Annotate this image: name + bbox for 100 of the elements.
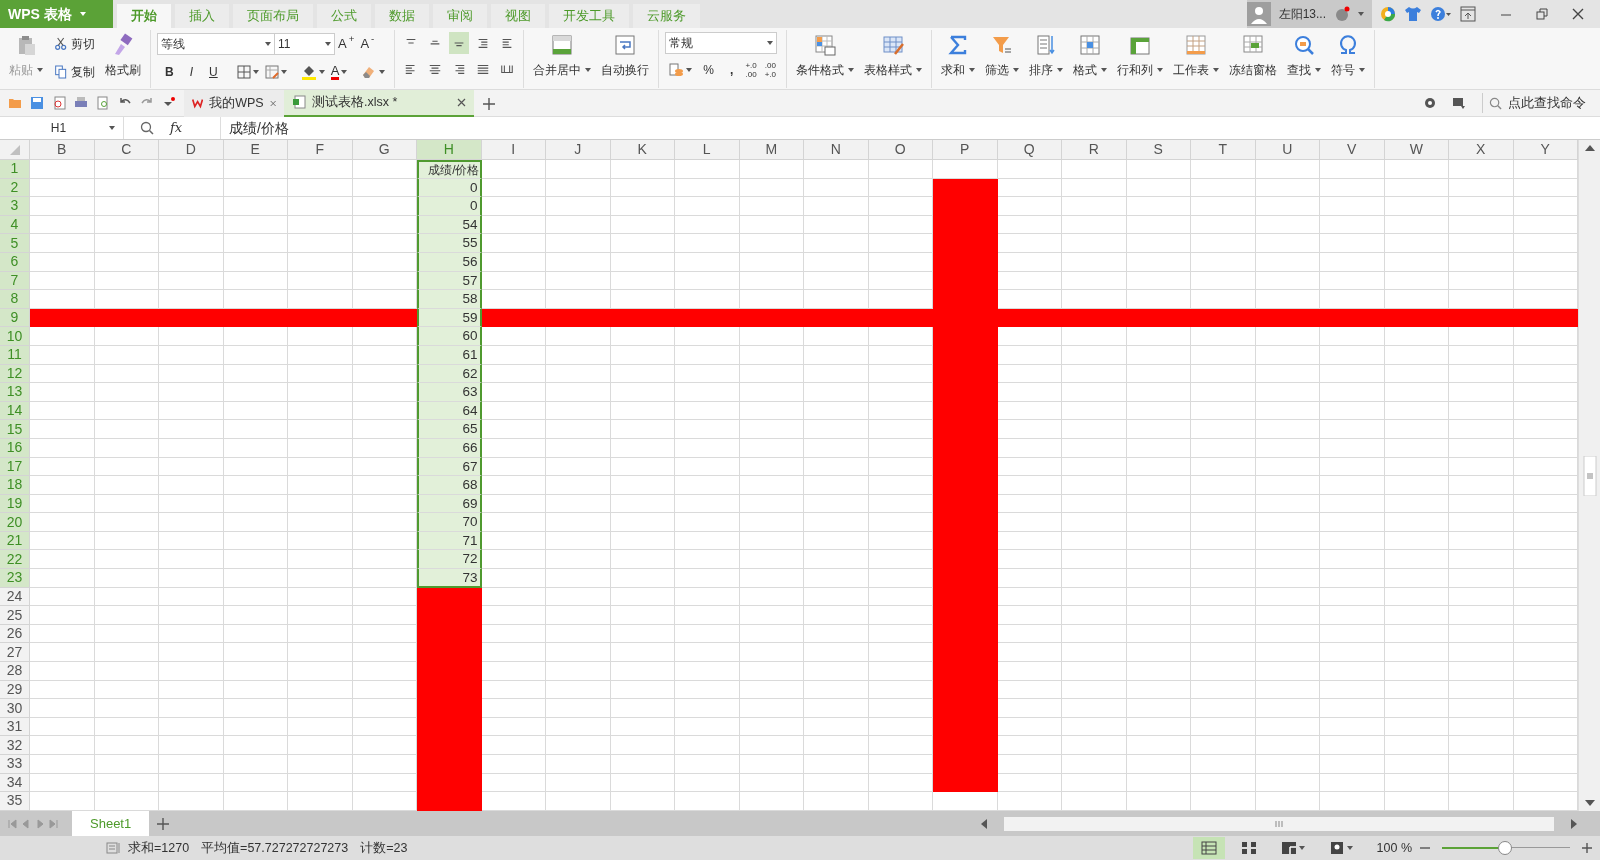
ribbon-button[interactable]: 冻结窗格 [1226, 32, 1281, 80]
column-header[interactable]: N [804, 140, 869, 160]
column-header[interactable]: X [1449, 140, 1514, 160]
view-button[interactable] [1192, 837, 1225, 859]
column-header[interactable]: G [352, 140, 417, 160]
ribbon-button[interactable]: 行和列 [1114, 32, 1167, 80]
name-box-field[interactable]: H1 [0, 117, 124, 139]
scroll-up-icon [1584, 144, 1595, 152]
column-header[interactable]: V [1320, 140, 1385, 160]
font-color-button[interactable]: A [327, 60, 351, 84]
column-header[interactable]: U [1255, 140, 1320, 160]
caret-icon [767, 41, 774, 45]
document-tab[interactable]: 我的WPS [184, 89, 284, 117]
column-header[interactable]: W [1384, 140, 1449, 160]
column-header[interactable]: M [739, 140, 804, 160]
table-cell: 70 [417, 513, 482, 532]
row-header[interactable]: 30 [0, 699, 30, 718]
spreadsheet-file-icon [292, 95, 306, 109]
reading-mode-icon [1328, 841, 1345, 855]
caret-icon [280, 70, 287, 74]
help-icon [1430, 6, 1452, 22]
table-cell: 成绩/价格 [417, 160, 482, 179]
document-tab[interactable]: 测试表格.xlsx * [284, 89, 474, 117]
column-header[interactable]: T [1191, 140, 1256, 160]
w-logo-icon [192, 96, 204, 110]
column-header[interactable]: I [481, 140, 546, 160]
zoom-slider[interactable] [1442, 841, 1570, 855]
row-header[interactable]: 28 [0, 662, 30, 681]
font-size-field[interactable]: 11 [275, 33, 335, 55]
font-size-button[interactable]: A$^{+}$ [335, 32, 358, 56]
command-search-field[interactable]: 点此查找命令 [1482, 92, 1592, 114]
row-header[interactable]: 27 [0, 643, 30, 663]
number-format-field[interactable]: 常规 [665, 32, 778, 54]
font-size-button[interactable]: A$^{-}$ [357, 32, 378, 56]
row-header[interactable]: 33 [0, 755, 30, 774]
ribbon-button[interactable]: 合并居中 [530, 32, 595, 80]
font-name-field[interactable]: 等线 [157, 33, 275, 55]
ribbon-button[interactable]: 自动换行 [598, 32, 653, 80]
row-header[interactable]: 25 [0, 606, 30, 625]
table-cell: 73 [417, 569, 482, 588]
status-text: 计数=23 [360, 839, 408, 857]
format-painter-button[interactable]: 格式刷 [102, 32, 144, 80]
table-cell: 65 [417, 420, 482, 439]
ribbon-button[interactable]: 求和 [938, 32, 979, 80]
comma-button[interactable]: , [722, 58, 742, 82]
column-header[interactable]: S [1126, 140, 1191, 160]
badge-icon [1334, 6, 1350, 22]
scroll-down-icon [1584, 799, 1595, 807]
status-text: 求和=1270 [128, 839, 190, 857]
ribbon-button[interactable]: 查找 [1284, 32, 1325, 80]
table-style-icon [881, 33, 906, 57]
bold-button[interactable]: B [157, 60, 182, 84]
column-header[interactable]: B [30, 140, 95, 160]
column-header[interactable]: E [223, 140, 288, 160]
underline-button[interactable]: U [201, 60, 226, 84]
column-header[interactable]: Q [997, 140, 1062, 160]
decimal-button[interactable]: +.0 .00 [741, 59, 761, 81]
row-header[interactable]: 35 [0, 792, 30, 811]
ribbon-button[interactable]: 工作表 [1170, 32, 1223, 80]
table-cell: 60 [417, 327, 482, 346]
shirt-icon [1404, 6, 1422, 22]
column-header[interactable]: L [675, 140, 740, 160]
ribbon-button[interactable]: 表格样式 [861, 32, 926, 80]
decimal-button[interactable]: .00 +.0 [760, 59, 781, 81]
column-header[interactable]: C [94, 140, 159, 160]
ribbon-button[interactable]: 格式 [1070, 32, 1111, 80]
copy-button[interactable]: 复制 [50, 60, 98, 84]
scroll-left-icon [980, 818, 988, 829]
page-break-view-icon [1240, 841, 1257, 855]
caret-icon [79, 12, 86, 16]
italic-button[interactable]: I [181, 60, 201, 84]
cut-button[interactable]: 剪切 [50, 32, 98, 56]
caret-icon [686, 68, 693, 72]
column-header[interactable]: K [610, 140, 675, 160]
folder-icon [8, 96, 22, 110]
slider-thumb[interactable] [1497, 841, 1512, 855]
sheet-tab[interactable]: Sheet1 [72, 811, 150, 836]
formula-field[interactable]: 成绩/价格 [220, 117, 1600, 139]
column-header[interactable]: Y [1513, 140, 1578, 160]
column-header[interactable]: O [868, 140, 933, 160]
close-icon [269, 98, 276, 108]
function-button[interactable]: fx [170, 118, 183, 138]
select-all-icon [9, 144, 20, 155]
column-header[interactable]: P [933, 140, 998, 160]
ribbon-button[interactable]: 符号 [1328, 32, 1369, 80]
column-header[interactable]: F [288, 140, 353, 160]
merge-cells-icon [550, 33, 575, 57]
column-header[interactable]: J [546, 140, 611, 160]
column-header[interactable]: R [1062, 140, 1127, 160]
column-header[interactable]: D [159, 140, 224, 160]
table-cell: 72 [417, 550, 482, 570]
row-header[interactable]: 32 [0, 736, 30, 755]
ribbon-button[interactable]: 筛选 [982, 32, 1023, 80]
close-icon [1572, 8, 1584, 20]
restore-icon [1536, 8, 1548, 20]
ribbon-button[interactable]: 排序 [1026, 32, 1067, 80]
ribbon-button[interactable]: 条件格式 [793, 32, 858, 80]
table-cell: 0 [417, 197, 482, 216]
percent-button[interactable]: % [695, 58, 723, 82]
add-tab-icon [482, 96, 496, 111]
